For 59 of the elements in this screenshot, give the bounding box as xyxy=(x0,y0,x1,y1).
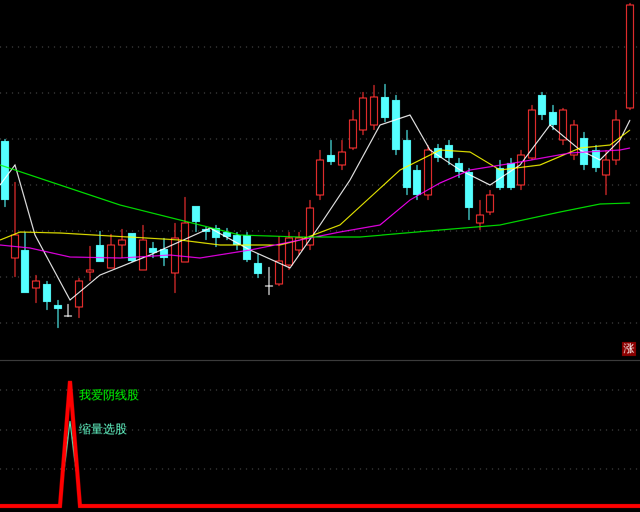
candlestick xyxy=(359,92,367,136)
rise-badge: 涨 xyxy=(622,342,636,356)
candlestick xyxy=(75,278,83,318)
candlestick xyxy=(327,140,335,166)
candlestick xyxy=(517,150,525,190)
candlestick xyxy=(64,304,72,318)
candlestick xyxy=(403,130,411,196)
candlestick xyxy=(413,164,421,200)
candlestick xyxy=(424,144,432,200)
candlestick xyxy=(54,300,62,328)
candlestick xyxy=(107,234,115,268)
candlestick xyxy=(1,138,9,208)
candlestick xyxy=(392,94,400,156)
candlestick xyxy=(171,222,179,294)
candlestick xyxy=(285,232,293,270)
candlestick xyxy=(21,232,29,294)
candlestick xyxy=(86,246,94,282)
candlestick xyxy=(316,150,324,200)
candlestick xyxy=(612,110,620,166)
candlestick xyxy=(465,168,473,220)
candlestick xyxy=(181,196,189,262)
candlestick xyxy=(202,226,210,240)
candlestick xyxy=(160,238,168,266)
indicator-label: 我爱阴线股 xyxy=(79,388,139,402)
candlestick xyxy=(264,266,274,296)
candlestick xyxy=(223,228,231,240)
candlestick xyxy=(580,132,588,170)
candlestick xyxy=(559,108,567,146)
candlestick xyxy=(434,144,442,162)
candlestick xyxy=(96,230,104,262)
candlestick xyxy=(32,274,40,304)
candlestick xyxy=(139,224,147,270)
candlestick xyxy=(212,224,220,248)
candlestick xyxy=(496,160,504,190)
candlestick xyxy=(43,280,51,310)
candlestick xyxy=(455,158,463,178)
candlestick xyxy=(349,110,357,150)
candlestick xyxy=(149,242,157,258)
candlestick xyxy=(486,190,494,216)
candlestick xyxy=(233,232,241,250)
candlestick xyxy=(254,254,262,278)
candlestick xyxy=(538,92,546,120)
candlestick xyxy=(549,104,557,130)
candlestick xyxy=(570,120,578,160)
candlestick xyxy=(602,150,610,196)
candlestick xyxy=(275,236,283,286)
candlestick xyxy=(528,104,536,160)
candlestick xyxy=(592,144,600,172)
candlestick xyxy=(295,232,303,256)
candlestick xyxy=(306,200,314,250)
candlestick xyxy=(128,232,136,262)
candlestick xyxy=(445,140,453,166)
indicator-label: 缩量选股 xyxy=(79,422,127,436)
candlestick xyxy=(118,228,126,258)
candlestick xyxy=(338,140,346,170)
candlestick xyxy=(476,200,484,230)
candlestick xyxy=(370,84,378,130)
candlestick xyxy=(192,206,200,232)
candlestick xyxy=(381,84,389,122)
